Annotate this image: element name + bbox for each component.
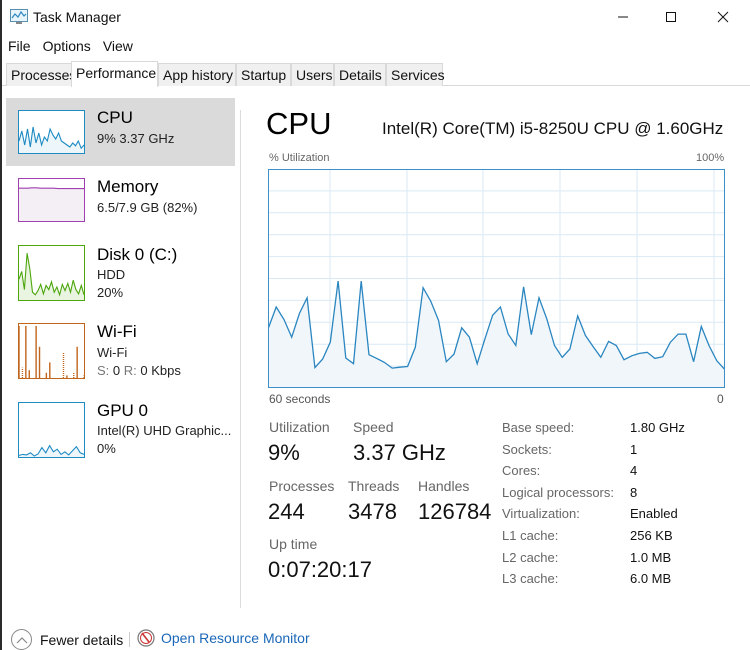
- fewer-details-label: Fewer details: [40, 631, 124, 648]
- close-button[interactable]: [700, 0, 746, 34]
- footer-separator: [129, 632, 130, 647]
- spec-label: Sockets:: [502, 442, 552, 457]
- uptime-label: Up time: [269, 536, 318, 552]
- wifi-throughput: S: 0 R: 0 Kbps: [97, 363, 181, 378]
- spec-label: Cores:: [502, 463, 541, 478]
- spec-label: Base speed:: [502, 420, 575, 435]
- fewer-details-button[interactable]: Fewer details: [11, 629, 123, 650]
- maximize-button[interactable]: [648, 0, 694, 34]
- sidebar-item-title: Wi-Fi: [97, 322, 137, 341]
- tab-details[interactable]: Details: [334, 63, 386, 86]
- task-manager-app-icon: [10, 9, 28, 24]
- spec-value: Enabled: [630, 506, 678, 521]
- cpu-thumbnail-graph: [18, 110, 85, 154]
- sidebar-item-wifi[interactable]: Wi-Fi Wi-Fi S: 0 R: 0 Kbps: [6, 312, 235, 388]
- sidebar-item-title: Disk 0 (C:): [97, 245, 178, 264]
- sidebar-item-detail: HDD: [97, 267, 126, 282]
- cpu-model-name: Intel(R) Core(TM) i5-8250U CPU @ 1.60GHz: [382, 119, 724, 138]
- tab-startup[interactable]: Startup: [236, 63, 291, 86]
- graph-time-label: 60 seconds: [269, 392, 331, 406]
- sidebar-item-title: Memory: [97, 177, 159, 196]
- sidebar-item-detail: 9% 3.37 GHz: [97, 131, 175, 146]
- thumbnail-area: [19, 187, 84, 221]
- menu-view[interactable]: View: [97, 36, 139, 56]
- sidebar-item-gpu[interactable]: GPU 0 Intel(R) UHD Graphic... 0%: [6, 390, 235, 466]
- utilization-area: [268, 281, 725, 388]
- tab-performance[interactable]: Performance: [71, 61, 158, 87]
- resource-monitor-icon: [137, 629, 155, 647]
- spec-value: 1: [630, 442, 638, 457]
- sidebar-item-usage: 20%: [97, 285, 124, 300]
- sidebar-item-memory[interactable]: Memory 6.5/7.9 GB (82%): [6, 166, 235, 234]
- open-resource-monitor-link[interactable]: Open Resource Monitor: [137, 629, 310, 647]
- receive-label: R:: [123, 363, 137, 378]
- minimize-button[interactable]: [600, 0, 646, 34]
- spec-value: 8: [630, 485, 638, 500]
- tab-app-history[interactable]: App history: [158, 63, 236, 86]
- handles-value: 126784: [418, 499, 492, 524]
- speed-value: 3.37 GHz: [353, 440, 446, 465]
- sidebar-item-disk[interactable]: Disk 0 (C:) HDD 20%: [6, 234, 235, 310]
- window-border: [0, 0, 2, 650]
- send-label: S:: [97, 363, 110, 378]
- spec-label: L2 cache:: [502, 550, 559, 565]
- spec-label: L1 cache:: [502, 528, 559, 543]
- spec-value: 1.80 GHz: [630, 420, 685, 435]
- maximize-icon: [666, 12, 676, 22]
- sidebar-item-detail: Intel(R) UHD Graphic...: [97, 423, 232, 438]
- gpu-thumbnail-graph: [18, 402, 85, 458]
- sidebar-item-title: CPU: [97, 108, 133, 127]
- sidebar-item-title: GPU 0: [97, 401, 149, 420]
- spec-value: 1.0 MB: [630, 550, 672, 565]
- processes-label: Processes: [269, 478, 335, 494]
- tab-processes[interactable]: Processes: [6, 63, 76, 86]
- send-value: 0: [112, 363, 121, 378]
- wifi-thumbnail-graph: [18, 323, 85, 379]
- menu-options[interactable]: Options: [37, 36, 97, 56]
- threads-label: Threads: [348, 478, 400, 494]
- processes-value: 244: [268, 499, 305, 524]
- sidebar-divider[interactable]: [240, 110, 241, 608]
- spec-label: Virtualization:: [502, 506, 580, 521]
- tab-services[interactable]: Services: [386, 63, 445, 86]
- graph-zero-label: 0: [717, 392, 724, 406]
- spec-label: L3 cache:: [502, 571, 559, 586]
- disk-thumbnail-graph: [18, 245, 85, 301]
- cpu-utilization-graph: [268, 169, 725, 388]
- chevron-up-icon: [11, 629, 32, 650]
- speed-label: Speed: [353, 419, 394, 435]
- graph-y-label: % Utilization: [269, 152, 330, 164]
- spec-value: 6.0 MB: [630, 571, 672, 586]
- menu-bar: File Options View: [2, 36, 139, 56]
- handles-label: Handles: [418, 478, 470, 494]
- close-icon: [717, 11, 729, 23]
- open-resource-monitor-label: Open Resource Monitor: [161, 630, 310, 646]
- tab-bar: Processes Performance App history Startu…: [2, 61, 750, 87]
- spec-value: 4: [630, 463, 638, 478]
- utilization-label: Utilization: [269, 419, 330, 435]
- spec-label: Logical processors:: [502, 485, 614, 500]
- minimize-icon: [618, 16, 628, 18]
- tab-users[interactable]: Users: [291, 63, 334, 86]
- menu-file[interactable]: File: [2, 36, 37, 56]
- thumbnail-line: [19, 187, 84, 190]
- memory-thumbnail-graph: [18, 178, 85, 222]
- thumbnail-area: [19, 445, 84, 457]
- receive-value: 0 Kbps: [140, 363, 181, 378]
- page-title: CPU: [266, 106, 332, 141]
- sidebar-item-usage: 0%: [97, 441, 116, 456]
- graph-max-label: 100%: [696, 152, 725, 164]
- threads-value: 3478: [348, 499, 397, 524]
- utilization-value: 9%: [268, 440, 300, 465]
- sidebar-item-cpu[interactable]: CPU 9% 3.37 GHz: [6, 98, 235, 166]
- sidebar-item-detail: 6.5/7.9 GB (82%): [97, 200, 198, 215]
- spec-value: 256 KB: [630, 528, 673, 543]
- window-title: Task Manager: [33, 9, 121, 25]
- sidebar-item-detail: Wi-Fi: [97, 345, 128, 360]
- uptime-value: 0:07:20:17: [268, 557, 372, 582]
